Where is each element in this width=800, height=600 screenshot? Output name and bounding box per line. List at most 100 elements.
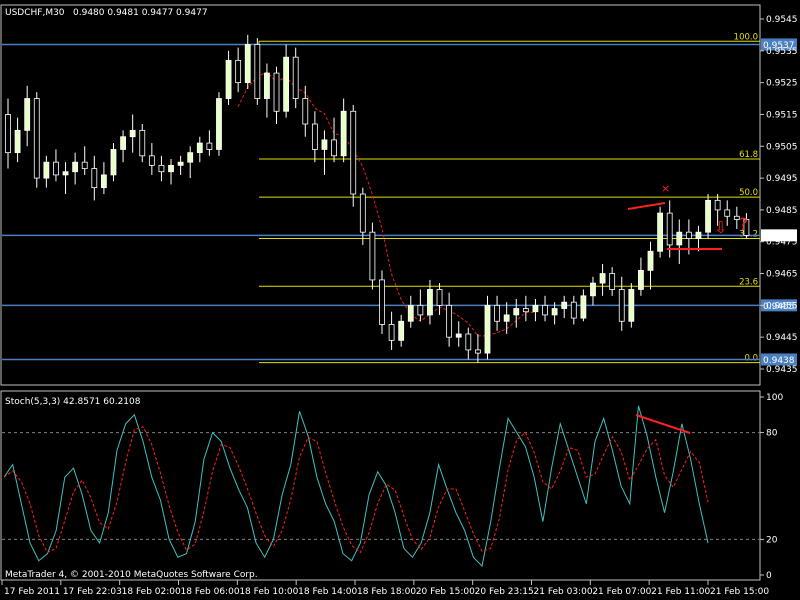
stoch-tick-label: 0	[766, 571, 772, 581]
candle-body	[264, 72, 270, 99]
candle-body	[609, 273, 616, 290]
candle-body	[705, 199, 711, 233]
candle-body	[216, 98, 222, 150]
time-tick-label: 21 Feb 07:00	[592, 587, 651, 597]
candle-body	[311, 123, 318, 150]
price-tick-label: 0.9465	[766, 270, 798, 280]
candle-body	[570, 301, 577, 319]
candle-body	[225, 59, 232, 99]
candle-body	[24, 98, 31, 131]
candle-body	[676, 231, 683, 246]
candle-body	[618, 289, 625, 322]
candle-body	[474, 349, 481, 354]
time-tick-label: 18 Feb 06:00	[181, 587, 240, 597]
chart-header-symbol: USDCHF,M30	[5, 8, 65, 18]
price-tick-label: 0.9515	[766, 110, 798, 120]
price-chart[interactable]: 100.061.850.038.223.60.0 0.95370.94770.9…	[0, 0, 800, 600]
candle-body	[446, 304, 453, 338]
question-mark: ?	[739, 215, 748, 235]
stoch-tick-label: 100	[766, 393, 783, 403]
candle-body	[14, 129, 21, 154]
time-tick-label: 17 Feb 22:03	[63, 587, 122, 597]
candle-body	[91, 168, 98, 189]
candle-body	[503, 314, 510, 322]
candle-body	[168, 164, 174, 173]
candle-body	[724, 209, 731, 217]
candle-body	[465, 333, 472, 351]
stoch-tick-label: 80	[766, 429, 778, 439]
candle-body	[427, 289, 433, 316]
time-tick-label: 17 Feb 2011	[4, 587, 60, 597]
fib-label: 100.0	[734, 32, 758, 42]
candle-body	[158, 164, 165, 173]
candle-body	[484, 304, 491, 354]
time-tick-label: 18 Feb 02:00	[122, 587, 181, 597]
footer-copyright: MetaTrader 4, © 2001-2010 MetaQuotes Sof…	[5, 570, 258, 580]
chart-header-values: 0.9480 0.9481 0.9477 0.9477	[73, 8, 208, 18]
candle-body	[657, 212, 664, 252]
candle-body	[206, 142, 213, 150]
candle-body	[177, 161, 184, 166]
time-tick-label: 21 Feb 15:00	[710, 587, 769, 597]
candle-body	[647, 250, 654, 271]
candle-body	[148, 155, 155, 166]
candle-body	[43, 161, 50, 179]
candle-body	[542, 304, 548, 316]
candle-body	[33, 98, 40, 179]
candle-body	[110, 149, 117, 176]
candle-body	[407, 304, 414, 322]
candle-body	[100, 174, 107, 189]
candle-body	[695, 231, 702, 239]
candle-body	[580, 295, 587, 319]
candle-body	[187, 152, 194, 163]
candle-body	[388, 324, 395, 341]
candle-body	[455, 333, 462, 338]
candle-body	[235, 59, 242, 84]
candle-body	[494, 304, 500, 322]
price-tick-label: 0.9505	[766, 142, 798, 152]
candle-body	[120, 136, 126, 150]
candle-body	[5, 114, 11, 154]
candle-body	[532, 304, 539, 313]
time-tick-label: 21 Feb 11:00	[651, 587, 710, 597]
candle-body	[350, 110, 357, 195]
candle-body	[244, 44, 251, 84]
stoch-tick-label: 20	[766, 535, 778, 545]
candle-body	[666, 212, 673, 246]
candle-body	[685, 231, 692, 239]
candle-body	[283, 56, 290, 112]
time-tick-label: 18 Feb 14:00	[298, 587, 357, 597]
price-tick-label: 0.9535	[766, 47, 798, 57]
candle-body	[53, 161, 59, 176]
candle-body	[331, 139, 337, 157]
down-arrow-icon: ⇩	[714, 218, 727, 237]
candle-body	[359, 193, 366, 233]
price-tick-label: 0.9495	[766, 174, 798, 184]
candle-body	[321, 139, 328, 150]
time-tick-label: 20 Feb 15:00	[416, 587, 475, 597]
candle-body	[714, 199, 721, 211]
candle-body	[436, 289, 443, 306]
price-tick-label: 0.9445	[766, 333, 798, 343]
candle-body	[273, 72, 280, 112]
fib-label: 0.0	[744, 354, 758, 364]
time-tick-label: 20 Feb 23:15	[475, 587, 534, 597]
stoch-title: Stoch(5,3,3) 42.8571 60.2108	[5, 397, 141, 407]
price-tick-label: 0.9525	[766, 79, 798, 89]
candle-body	[129, 129, 136, 138]
price-tick-label: 0.9455	[766, 301, 798, 311]
candle-body	[417, 304, 424, 316]
fib-label: 61.8	[739, 150, 758, 160]
candle-body	[340, 110, 347, 157]
candle-body	[139, 129, 146, 157]
time-tick-label: 18 Feb 18:00	[357, 587, 416, 597]
candle-body	[398, 320, 405, 341]
candle-body	[522, 308, 529, 313]
candle-body	[254, 44, 261, 99]
candle-body	[369, 231, 376, 281]
candle-body	[81, 161, 88, 169]
fib-label: 50.0	[739, 188, 758, 198]
candle-body	[561, 301, 568, 309]
price-tick-label: 0.9545	[766, 15, 798, 25]
candle-body	[72, 161, 79, 173]
